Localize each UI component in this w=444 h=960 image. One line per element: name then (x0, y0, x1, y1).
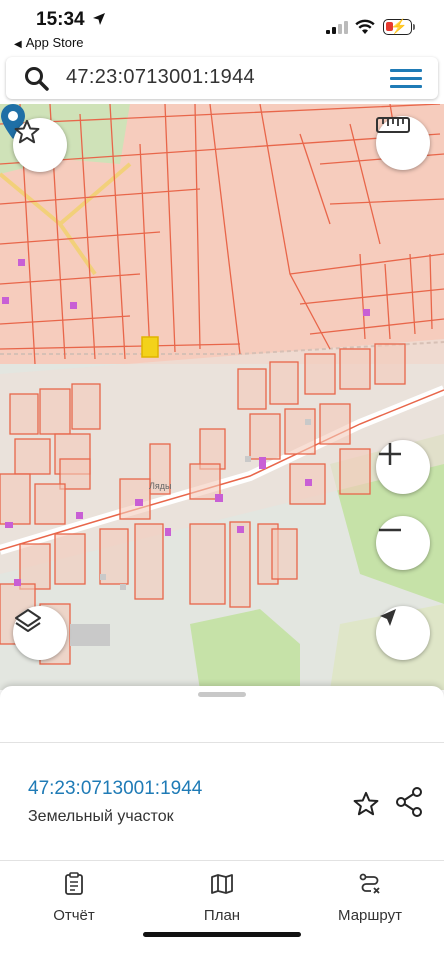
tab-plan-label: План (203, 907, 241, 924)
report-icon (65, 872, 83, 895)
favorite-map-button[interactable] (13, 118, 67, 172)
cadastral-map-canvas[interactable] (0, 104, 444, 690)
tab-report-label: Отчёт (53, 907, 95, 924)
back-app-label: App Store (25, 35, 84, 50)
map-plan-icon (211, 874, 233, 894)
sheet-drag-handle[interactable] (198, 692, 246, 697)
divider (0, 860, 444, 861)
layers-button[interactable] (13, 606, 67, 660)
map-view[interactable]: Ляды (0, 104, 444, 690)
status-time: 15:34 (36, 9, 85, 30)
parcel-id-link[interactable]: 47:23:0713001:1944 (28, 778, 202, 800)
battery-tip (413, 24, 415, 30)
tab-route-label: Маршрут (338, 907, 402, 924)
search-icon[interactable] (24, 66, 50, 92)
wifi-icon (355, 19, 375, 34)
ruler-button[interactable] (376, 116, 430, 170)
home-indicator[interactable] (143, 932, 301, 937)
parcel-type-label: Земельный участок (28, 808, 174, 825)
divider (0, 742, 444, 743)
place-label: Ляды (149, 481, 172, 491)
tab-plan[interactable]: План (167, 872, 277, 924)
tab-report[interactable]: Отчёт (19, 872, 129, 924)
search-bar[interactable]: 47:23:0713001:1944 (6, 57, 438, 99)
favorite-star-icon[interactable] (352, 790, 380, 818)
star-outline-icon (14, 119, 40, 144)
back-triangle-icon: ◀ (14, 39, 22, 50)
location-arrow-icon (93, 13, 105, 25)
search-input[interactable]: 47:23:0713001:1944 (66, 66, 255, 89)
battery-icon: ⚡ (383, 18, 412, 35)
minus-icon (379, 528, 401, 532)
zoom-out-button[interactable] (376, 516, 430, 570)
layers-icon (15, 609, 41, 632)
menu-hamburger-icon[interactable] (390, 69, 422, 89)
plus-icon (379, 443, 401, 465)
share-icon[interactable] (394, 786, 424, 818)
cellular-signal-icon (326, 21, 348, 34)
zoom-in-button[interactable] (376, 440, 430, 494)
ruler-icon (376, 117, 410, 133)
charging-bolt-icon: ⚡ (390, 18, 408, 34)
tab-route[interactable]: Маршрут (315, 872, 425, 924)
back-to-app-store[interactable]: ◀ App Store (14, 35, 84, 50)
navigation-arrow-icon (380, 609, 396, 626)
route-icon (359, 873, 380, 894)
parcel-bottom-sheet[interactable]: 47:23:0713001:1944 Земельный участок Отч… (0, 686, 444, 960)
my-location-button[interactable] (376, 606, 430, 660)
status-bar: 15:34 ◀ App Store ⚡ (0, 0, 444, 56)
